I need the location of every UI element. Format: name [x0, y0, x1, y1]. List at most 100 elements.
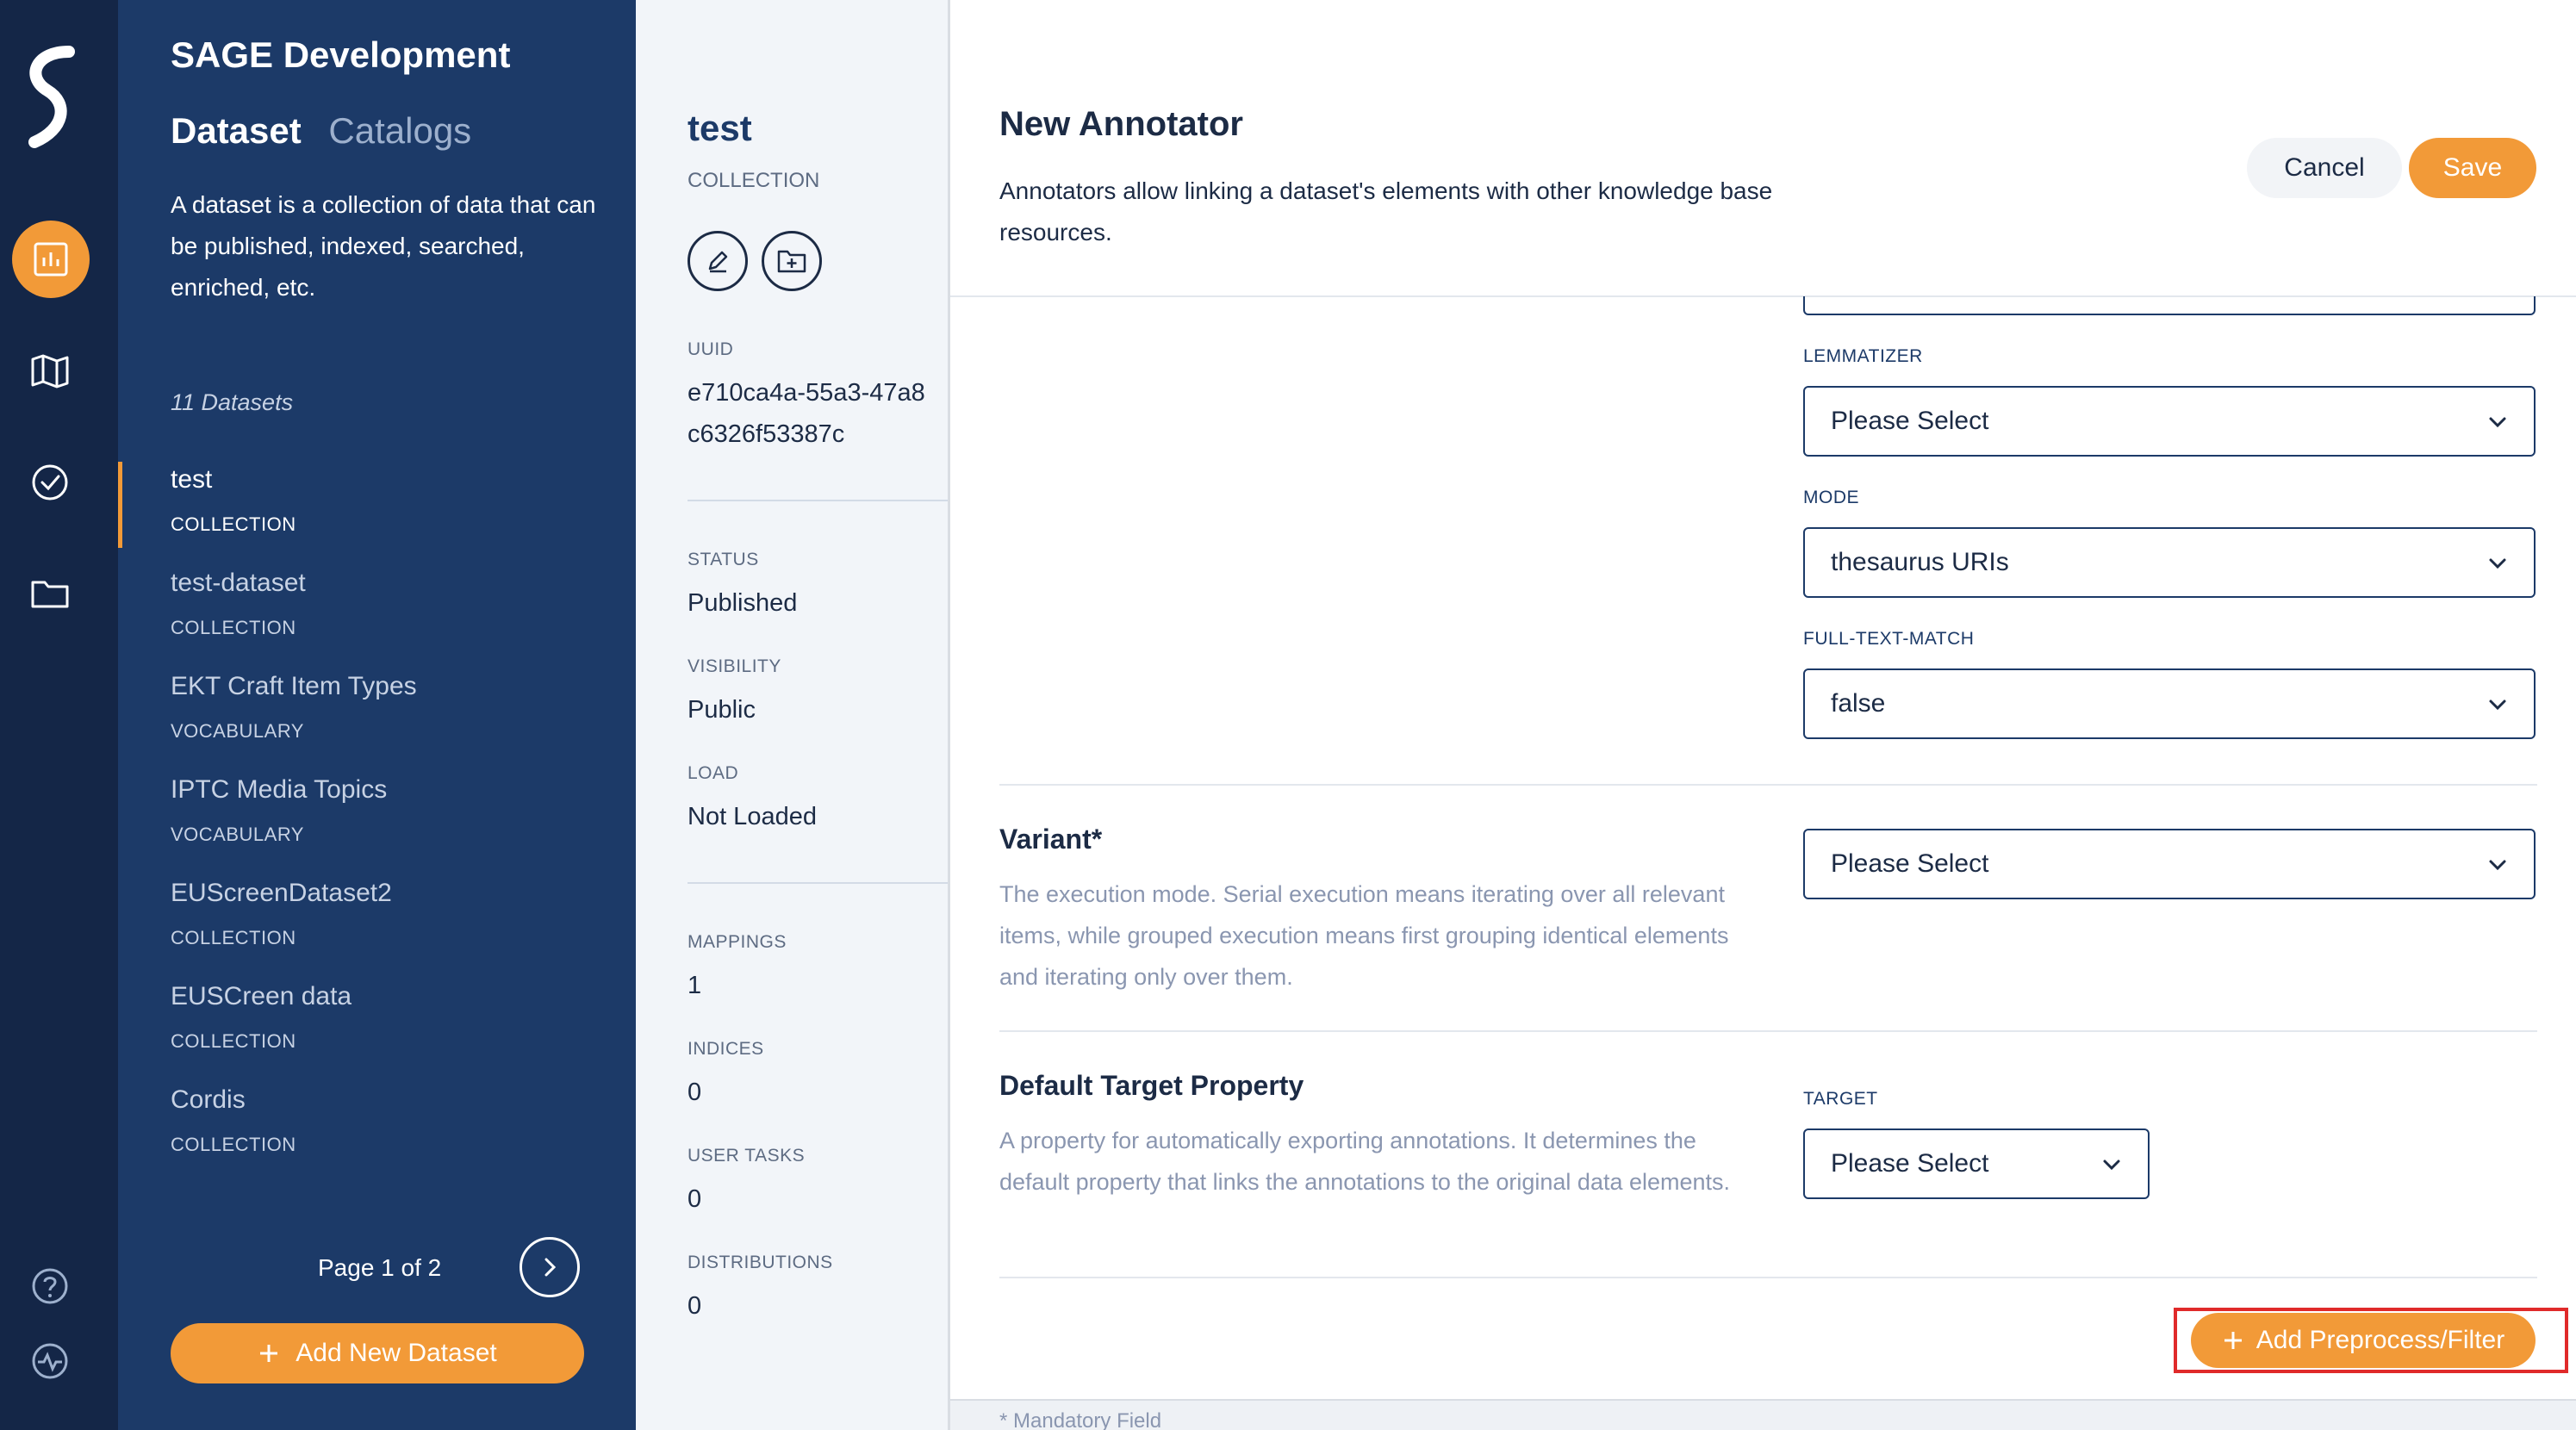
- chevron-down-icon: [2489, 699, 2506, 711]
- dataset-type: COLLECTION: [171, 513, 296, 535]
- add-new-dataset-label: Add New Dataset: [296, 1339, 497, 1367]
- section-divider: [999, 1030, 2537, 1032]
- dataset-name: EUScreenDataset2: [171, 879, 392, 907]
- chevron-down-icon: [2489, 860, 2506, 871]
- target-select[interactable]: Please Select: [1803, 1128, 2150, 1199]
- target-value: Please Select: [1831, 1149, 1989, 1178]
- edit-button[interactable]: [688, 231, 748, 291]
- dataset-details-panel: test COLLECTION UUID e710ca4a-55a3-47a8 …: [636, 0, 948, 1430]
- chevron-down-icon: [2489, 558, 2506, 569]
- list-item[interactable]: EUSCreen data COLLECTION: [171, 982, 352, 1053]
- modal-footer: [950, 1399, 2576, 1430]
- tab-dataset[interactable]: Dataset: [171, 110, 302, 151]
- dataset-type: COLLECTION: [171, 617, 296, 638]
- divider: [688, 500, 948, 501]
- default-target-property-description: A property for automatically exporting a…: [999, 1128, 1731, 1195]
- dataset-name: test: [171, 465, 213, 494]
- panel-description: A dataset is a collection of data that c…: [171, 191, 596, 301]
- save-button[interactable]: Save: [2409, 138, 2536, 198]
- cancel-button[interactable]: Cancel: [2247, 138, 2402, 198]
- active-item-indicator: [118, 462, 122, 548]
- details-subtitle: COLLECTION: [688, 169, 820, 192]
- activity-icon[interactable]: [28, 1340, 72, 1383]
- user-tasks-value: 0: [688, 1185, 702, 1213]
- variant-select[interactable]: Please Select: [1803, 829, 2536, 899]
- mandatory-field-note: * Mandatory Field: [999, 1409, 1162, 1430]
- variant-title: Variant*: [999, 824, 1103, 855]
- section-divider: [999, 784, 2537, 786]
- full-text-match-select[interactable]: false: [1803, 668, 2536, 739]
- user-tasks-label: USER TASKS: [688, 1146, 806, 1166]
- lemmatizer-value: Please Select: [1831, 407, 1989, 435]
- chevron-right-icon: [544, 1258, 557, 1277]
- section-divider: [999, 1277, 2537, 1278]
- icon-rail: [0, 0, 118, 1430]
- dataset-type: COLLECTION: [171, 927, 296, 948]
- visibility-label: VISIBILITY: [688, 656, 781, 676]
- dataset-count: 11 Datasets: [171, 389, 294, 415]
- variant-value: Please Select: [1831, 849, 1989, 878]
- visibility-value: Public: [688, 696, 756, 724]
- plus-icon: [260, 1345, 278, 1362]
- app-title: SAGE Development: [171, 34, 511, 75]
- list-item[interactable]: test COLLECTION: [171, 465, 296, 536]
- dataset-type: COLLECTION: [171, 1134, 296, 1155]
- list-item[interactable]: IPTC Media Topics VOCABULARY: [171, 775, 387, 846]
- mode-label: MODE: [1803, 488, 1859, 507]
- mappings-label: MAPPINGS: [688, 932, 787, 952]
- check-circle-icon[interactable]: [28, 461, 72, 504]
- full-text-match-label: FULL-TEXT-MATCH: [1803, 629, 1975, 649]
- uuid-value-line1: e710ca4a-55a3-47a8: [688, 379, 925, 407]
- list-item[interactable]: test-dataset COLLECTION: [171, 569, 306, 639]
- uuid-label: UUID: [688, 339, 734, 359]
- dataset-name: IPTC Media Topics: [171, 775, 388, 804]
- lemmatizer-select[interactable]: Please Select: [1803, 386, 2536, 457]
- status-label: STATUS: [688, 550, 759, 569]
- list-item[interactable]: EUScreenDataset2 COLLECTION: [171, 879, 392, 949]
- scrolled-field[interactable]: [1803, 296, 2536, 315]
- analytics-icon[interactable]: [12, 221, 90, 298]
- list-item[interactable]: EKT Craft Item Types VOCABULARY: [171, 672, 417, 743]
- list-item[interactable]: Cordis COLLECTION: [171, 1085, 296, 1156]
- map-icon[interactable]: [28, 350, 72, 393]
- folder-plus-icon: [777, 250, 806, 273]
- mode-select[interactable]: thesaurus URIs: [1803, 527, 2536, 598]
- dataset-name: Cordis: [171, 1085, 246, 1114]
- new-annotator-modal: New Annotator Annotators allow linking a…: [948, 0, 2576, 1430]
- chevron-down-icon: [2489, 417, 2506, 428]
- highlight-annotation: [2174, 1308, 2568, 1373]
- load-value: Not Loaded: [688, 803, 817, 830]
- panel-tabs: Dataset Catalogs: [171, 110, 471, 152]
- indices-value: 0: [688, 1079, 702, 1106]
- folder-icon[interactable]: [28, 572, 72, 615]
- dataset-name: EUSCreen data: [171, 982, 352, 1010]
- dataset-name: test-dataset: [171, 569, 306, 597]
- distributions-label: DISTRIBUTIONS: [688, 1253, 833, 1272]
- dataset-type: COLLECTION: [171, 1030, 296, 1052]
- chevron-down-icon: [2103, 1160, 2120, 1171]
- mode-value: thesaurus URIs: [1831, 548, 2009, 576]
- modal-description: Annotators allow linking a dataset's ele…: [999, 177, 1773, 246]
- modal-title: New Annotator: [999, 105, 1243, 143]
- distributions-value: 0: [688, 1292, 702, 1320]
- datasets-panel: SAGE Development Dataset Catalogs A data…: [118, 0, 636, 1430]
- next-page-button[interactable]: [520, 1237, 580, 1297]
- pagination-label: Page 1 of 2: [318, 1254, 442, 1281]
- add-to-folder-button[interactable]: [762, 231, 822, 291]
- target-label: TARGET: [1803, 1089, 1878, 1109]
- full-text-match-value: false: [1831, 689, 1886, 718]
- load-label: LOAD: [688, 763, 739, 783]
- lemmatizer-label: LEMMATIZER: [1803, 346, 1923, 366]
- tab-catalogs[interactable]: Catalogs: [328, 110, 471, 151]
- logo-icon[interactable]: [17, 43, 86, 155]
- divider: [688, 882, 948, 884]
- indices-label: INDICES: [688, 1039, 764, 1059]
- dataset-type: VOCABULARY: [171, 720, 304, 742]
- pencil-icon: [708, 251, 728, 273]
- details-title: test: [688, 108, 752, 148]
- default-target-property-title: Default Target Property: [999, 1070, 1304, 1101]
- variant-description: The execution mode. Serial execution mea…: [999, 881, 1729, 990]
- dataset-name: EKT Craft Item Types: [171, 672, 417, 700]
- add-new-dataset-button[interactable]: Add New Dataset: [171, 1323, 584, 1383]
- help-icon[interactable]: [28, 1265, 72, 1308]
